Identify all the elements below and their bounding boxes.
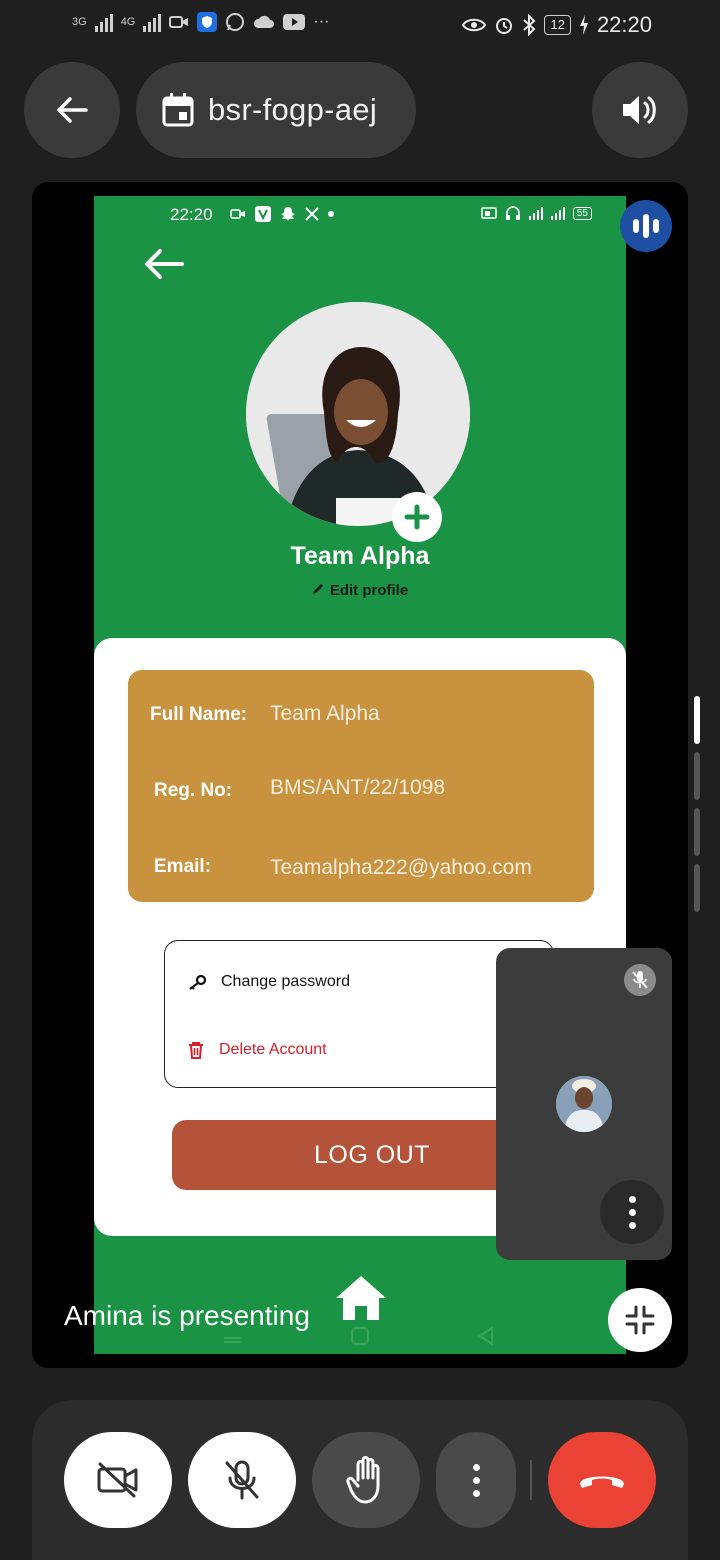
status-left-icons: 3G 4G ··· <box>72 12 329 32</box>
app-back-arrow-icon <box>145 249 184 279</box>
mic-off-icon <box>632 971 648 989</box>
battery-level: 12 <box>544 15 571 35</box>
dot-icon <box>328 211 334 217</box>
collapse-icon <box>625 1305 655 1335</box>
email-value: Teamalpha222@yahoo.com <box>270 856 532 879</box>
signal-icon-2 <box>143 12 162 32</box>
whatsapp-icon <box>226 13 245 31</box>
shared-battery-level: 55 <box>572 206 592 220</box>
participant-photo <box>556 1076 612 1132</box>
minimize-button[interactable] <box>608 1288 672 1352</box>
profile-photo <box>246 302 470 526</box>
speaking-indicator-icon <box>620 200 672 252</box>
shared-status-icons <box>230 206 334 222</box>
info-card: Full Name: Team Alpha Reg. No: BMS/ANT/2… <box>128 670 594 902</box>
participant-tile[interactable] <box>496 948 672 1260</box>
back-button[interactable] <box>24 62 120 158</box>
more-vert-icon <box>628 1195 636 1229</box>
snapchat-icon <box>281 207 295 221</box>
shared-signal-icon-2 <box>550 206 565 220</box>
mic-toggle-button[interactable] <box>188 1432 296 1528</box>
youtube-icon <box>283 14 306 30</box>
more-options-button[interactable] <box>436 1432 516 1528</box>
video-icon <box>230 209 245 219</box>
mic-off-icon <box>225 1460 259 1500</box>
pencil-icon <box>312 584 323 594</box>
eye-icon <box>462 18 487 32</box>
speaker-icon <box>623 96 656 124</box>
reg-no-value: BMS/ANT/22/1098 <box>270 776 446 799</box>
charging-icon <box>579 15 588 35</box>
divider <box>530 1460 532 1500</box>
end-call-button[interactable] <box>548 1432 656 1528</box>
meeting-info-button[interactable]: bsr-fogp-aej <box>136 62 416 158</box>
key-icon <box>189 974 207 990</box>
audio-output-button[interactable] <box>592 62 688 158</box>
home-icon <box>336 1276 386 1320</box>
calendar-icon <box>162 93 194 127</box>
shield-app-icon <box>197 12 218 32</box>
delete-account-label: Delete Account <box>219 1041 327 1058</box>
change-password-row[interactable]: Change password <box>187 973 350 991</box>
bluetooth-icon <box>523 14 536 36</box>
network-3g-label: 3G <box>72 16 87 28</box>
shared-signal-icon <box>528 206 543 220</box>
video-icon <box>169 16 189 28</box>
camera-off-icon <box>97 1462 138 1498</box>
v-app-icon <box>255 206 271 222</box>
meeting-code: bsr-fogp-aej <box>208 92 378 127</box>
add-photo-button[interactable] <box>392 492 442 542</box>
hang-up-icon <box>580 1476 624 1488</box>
muted-indicator <box>624 964 656 996</box>
shared-status-bar: 22:20 55 <box>94 196 626 236</box>
alarm-icon <box>496 18 513 34</box>
call-controls <box>32 1400 688 1560</box>
signal-icon <box>94 12 113 32</box>
plus-icon <box>404 504 430 530</box>
cast-icon <box>481 207 497 219</box>
more-notifications-label: ··· <box>313 13 330 30</box>
full-name-value: Team Alpha <box>270 702 380 725</box>
page-indicator <box>694 696 702 920</box>
headphones-icon <box>505 206 520 220</box>
trash-icon <box>189 1042 203 1059</box>
profile-avatar <box>246 302 470 526</box>
edit-profile-label: Edit profile <box>329 582 409 599</box>
more-vert-icon <box>472 1463 480 1497</box>
presenter-label: Amina is presenting <box>64 1300 310 1331</box>
email-label: Email: <box>154 856 212 877</box>
x-twitter-icon <box>305 207 319 221</box>
cloud-icon <box>254 15 275 28</box>
participant-avatar <box>556 1076 612 1132</box>
delete-account-row[interactable]: Delete Account <box>187 1041 327 1059</box>
back-arrow-icon <box>57 97 88 123</box>
edit-profile-link[interactable]: Edit profile <box>94 582 626 599</box>
network-4g-label: 4G <box>120 16 136 28</box>
shared-status-right-icons: 55 <box>481 206 592 220</box>
status-bar: 3G 4G ··· 12 22:20 <box>0 0 720 56</box>
status-time: 22:20 <box>596 12 652 37</box>
status-right-icons: 12 22:20 <box>462 12 652 38</box>
full-name-label: Full Name: <box>150 704 248 725</box>
camera-toggle-button[interactable] <box>64 1432 172 1528</box>
hand-icon <box>346 1456 380 1504</box>
participant-more-button[interactable] <box>600 1180 664 1244</box>
change-password-label: Change password <box>221 973 350 990</box>
raise-hand-button[interactable] <box>312 1432 420 1528</box>
reg-no-label: Reg. No: <box>154 780 233 801</box>
profile-name: Team Alpha <box>290 542 430 570</box>
shared-status-time: 22:20 <box>170 205 213 224</box>
